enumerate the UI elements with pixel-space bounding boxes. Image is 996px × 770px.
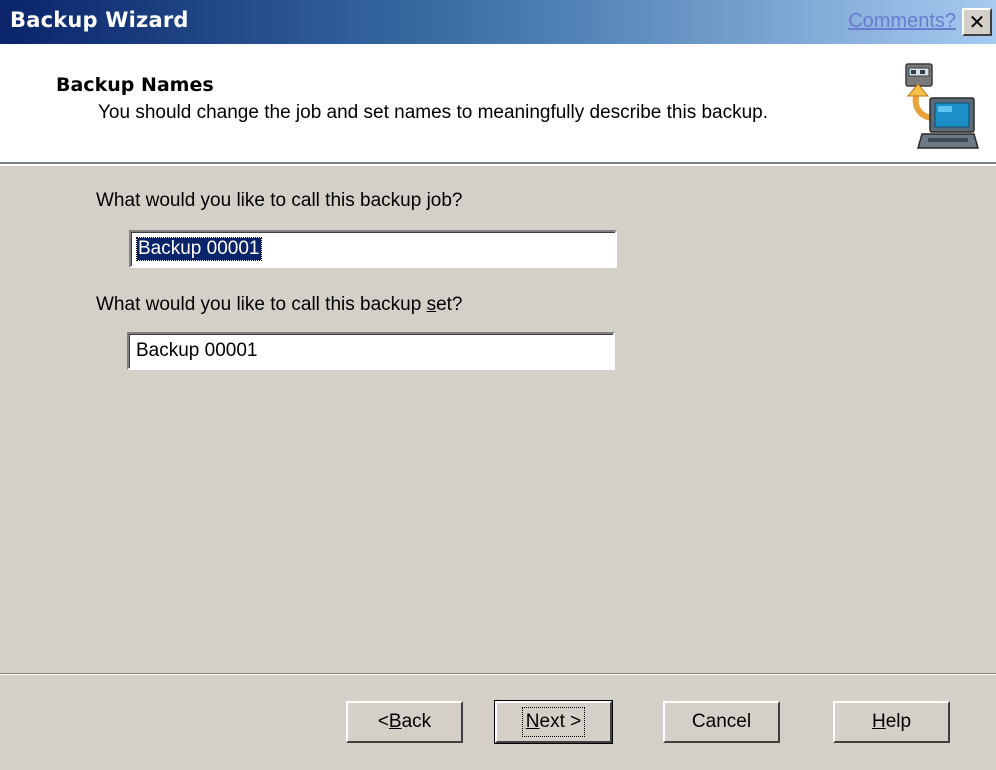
wizard-header: Backup Names You should change the job a… (0, 44, 996, 166)
back-button[interactable]: < Back (346, 701, 463, 743)
close-button[interactable]: ✕ (962, 8, 992, 36)
close-icon: ✕ (968, 10, 986, 34)
comments-link[interactable]: Comments? (848, 10, 956, 33)
next-button[interactable]: Next > (494, 700, 613, 744)
title-bar[interactable]: Backup Wizard Comments? ✕ (0, 0, 996, 44)
set-name-label: What would you like to call this backup … (96, 294, 463, 315)
job-name-label: What would you like to call this backup … (96, 190, 463, 211)
footer-divider (0, 673, 996, 675)
set-name-input[interactable]: Backup 00001 (127, 332, 615, 370)
set-name-value: Backup 00001 (136, 340, 258, 361)
help-button[interactable]: Help (833, 701, 950, 743)
backup-computer-icon (905, 63, 979, 149)
window-title: Backup Wizard (10, 8, 189, 32)
wizard-content: What would you like to call this backup … (0, 168, 996, 673)
job-name-input[interactable]: Backup 00001 (129, 230, 617, 268)
cancel-button[interactable]: Cancel (663, 701, 780, 743)
page-title: Backup Names (56, 74, 214, 96)
backup-wizard-window: Backup Wizard Comments? ✕ Backup Names Y… (0, 0, 996, 770)
job-name-value: Backup 00001 (136, 237, 262, 261)
page-subtitle: You should change the job and set names … (98, 102, 769, 123)
